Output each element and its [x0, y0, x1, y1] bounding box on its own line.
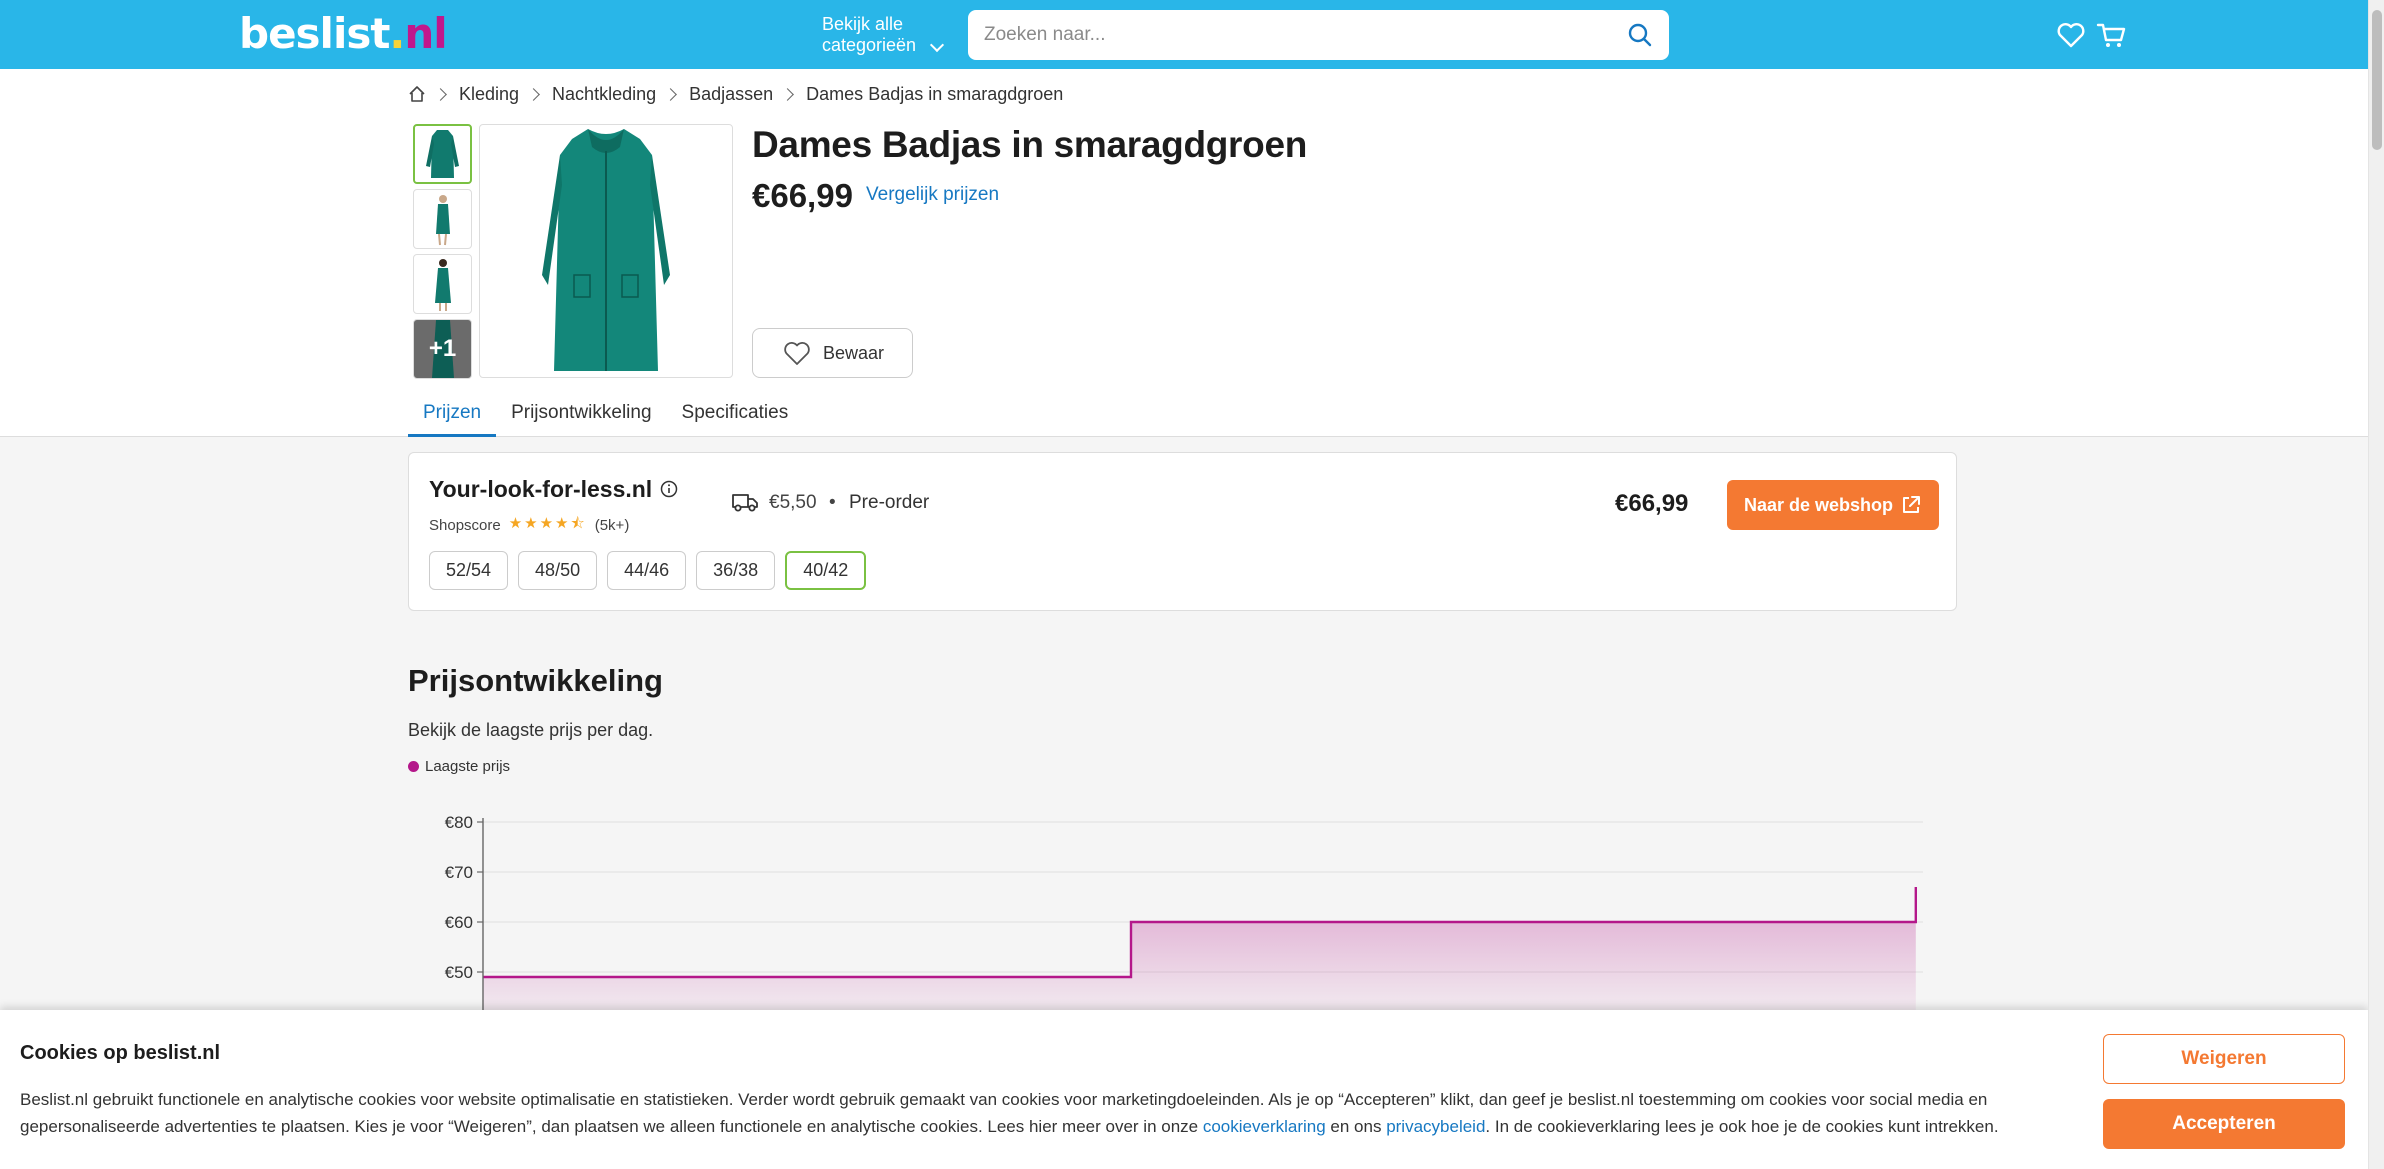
- price-history-chart: €80 €70 €60 €50: [445, 813, 1923, 1020]
- shipping-cost: €5,50: [769, 492, 817, 513]
- logo-dot: .: [389, 9, 405, 58]
- logo-tld: nl: [404, 9, 447, 58]
- offer-card: Your-look-for-less.nl Shopscore ★★★★⯪ (5…: [408, 452, 1957, 611]
- chart-y-tick-label: €60: [445, 913, 473, 932]
- heart-icon[interactable]: [2056, 20, 2086, 50]
- categories-label-line1: Bekijk alle: [822, 14, 904, 34]
- more-images-count: +1: [428, 335, 457, 362]
- tab-specificaties[interactable]: Specificaties: [667, 398, 804, 437]
- breadcrumb-item-kleding[interactable]: Kleding: [459, 84, 519, 105]
- shopscore: Shopscore ★★★★⯪ (5k+): [429, 513, 629, 538]
- search-bar: [968, 10, 1669, 60]
- size-options: 52/54 48/50 44/46 36/38 40/42: [429, 551, 876, 590]
- review-count: (5k+): [594, 517, 630, 534]
- info-icon[interactable]: [660, 480, 678, 498]
- breadcrumb-separator-icon: [664, 87, 677, 101]
- shipping-separator: •: [829, 492, 836, 513]
- breadcrumb-separator-icon: [781, 87, 795, 101]
- privacy-policy-link[interactable]: privacybeleid: [1386, 1117, 1485, 1136]
- breadcrumb-item-current: Dames Badjas in smaragdgroen: [806, 83, 1064, 104]
- shop-name[interactable]: Your-look-for-less.nl: [429, 476, 652, 503]
- product-title: Dames Badjas in smaragdgroen: [752, 124, 1308, 165]
- webshop-button-label: Naar de webshop: [1744, 494, 1894, 515]
- page-scrollbar[interactable]: [2368, 0, 2384, 1169]
- bathrobe-thumbnail-image: [426, 130, 459, 178]
- compare-prices-link[interactable]: Vergelijk prijzen: [866, 184, 999, 206]
- beslist-logo[interactable]: beslist.nl: [239, 8, 448, 60]
- external-link-icon: [1903, 496, 1920, 513]
- search-input[interactable]: [984, 10, 1584, 60]
- search-icon[interactable]: [1627, 22, 1653, 48]
- chart-y-tick-label: €80: [445, 813, 473, 832]
- chart-y-tick-label: €70: [445, 863, 473, 882]
- chart-y-tick-label: €50: [445, 963, 473, 982]
- size-option[interactable]: 44/46: [607, 551, 687, 590]
- top-navigation-bar: beslist.nl Bekijk alle categorieën: [0, 0, 2384, 69]
- availability-status: Pre-order: [849, 492, 930, 513]
- cookie-statement-link[interactable]: cookieverklaring: [1203, 1117, 1326, 1136]
- chart-y-axis: €80 €70 €60 €50: [445, 813, 483, 982]
- cookie-title: Cookies op beslist.nl: [20, 1042, 221, 1064]
- thumbnail-3[interactable]: [413, 254, 472, 314]
- breadcrumb: Kleding Nachtkleding Badjassen Dames Bad…: [408, 82, 1063, 106]
- size-option[interactable]: 52/54: [429, 551, 509, 590]
- bathrobe-image: [542, 129, 670, 371]
- logo-main: beslist: [239, 9, 390, 58]
- all-categories-button[interactable]: Bekijk alle categorieën: [822, 14, 952, 56]
- save-label: Bewaar: [823, 342, 885, 363]
- thumbnail-2[interactable]: [413, 189, 472, 249]
- legend-swatch-icon: [408, 761, 419, 772]
- cookie-text-part2: en ons: [1325, 1117, 1387, 1136]
- go-to-webshop-button[interactable]: Naar de webshop: [1727, 480, 1939, 530]
- model-side-thumbnail-image: [435, 259, 451, 311]
- cart-icon[interactable]: [2096, 20, 2126, 50]
- breadcrumb-item-badjassen[interactable]: Badjassen: [689, 84, 773, 105]
- delivery-truck-icon: [732, 494, 758, 512]
- cookie-text-part3: . In de cookieverklaring lees je ook hoe…: [1485, 1117, 1999, 1136]
- chart-area-fill: [483, 887, 1916, 1020]
- tab-prijzen[interactable]: Prijzen: [408, 398, 497, 437]
- cookie-text: Beslist.nl gebruikt functionele en analy…: [20, 1086, 2070, 1140]
- breadcrumb-separator-icon: [434, 87, 447, 101]
- chart-legend: Laagste prijs: [408, 758, 510, 775]
- legend-label: Laagste prijs: [425, 758, 511, 775]
- save-button[interactable]: Bewaar: [752, 328, 913, 378]
- breadcrumb-separator-icon: [527, 87, 540, 101]
- product-price: €66,99: [752, 177, 853, 214]
- thumbnail-more[interactable]: +1: [413, 319, 472, 379]
- product-tabs: Prijzen Prijsontwikkeling Specificaties: [408, 398, 803, 437]
- scrollbar-thumb[interactable]: [2372, 10, 2382, 150]
- rating-stars-icon: ★★★★⯪: [508, 515, 587, 532]
- thumbnail-1[interactable]: [413, 124, 472, 184]
- shopscore-label: Shopscore: [429, 517, 501, 534]
- offer-price: €66,99: [1615, 490, 1689, 517]
- reject-cookies-button[interactable]: Weigeren: [2103, 1034, 2345, 1084]
- home-icon[interactable]: [408, 85, 426, 103]
- product-main-image[interactable]: [479, 124, 733, 378]
- tab-prijsontwikkeling[interactable]: Prijsontwikkeling: [496, 398, 666, 437]
- model-thumbnail-image: [436, 195, 450, 246]
- breadcrumb-item-nachtkleding[interactable]: Nachtkleding: [552, 84, 656, 105]
- heart-outline-icon: [784, 342, 810, 365]
- size-option-selected[interactable]: 40/42: [785, 551, 867, 590]
- size-option[interactable]: 36/38: [696, 551, 776, 590]
- price-history-title: Prijsontwikkeling: [408, 663, 663, 698]
- accept-cookies-button[interactable]: Accepteren: [2103, 1099, 2345, 1149]
- price-history-subtitle: Bekijk de laagste prijs per dag.: [408, 720, 654, 740]
- size-option[interactable]: 48/50: [518, 551, 598, 590]
- cookie-banner: Cookies op beslist.nl Beslist.nl gebruik…: [0, 1010, 2368, 1169]
